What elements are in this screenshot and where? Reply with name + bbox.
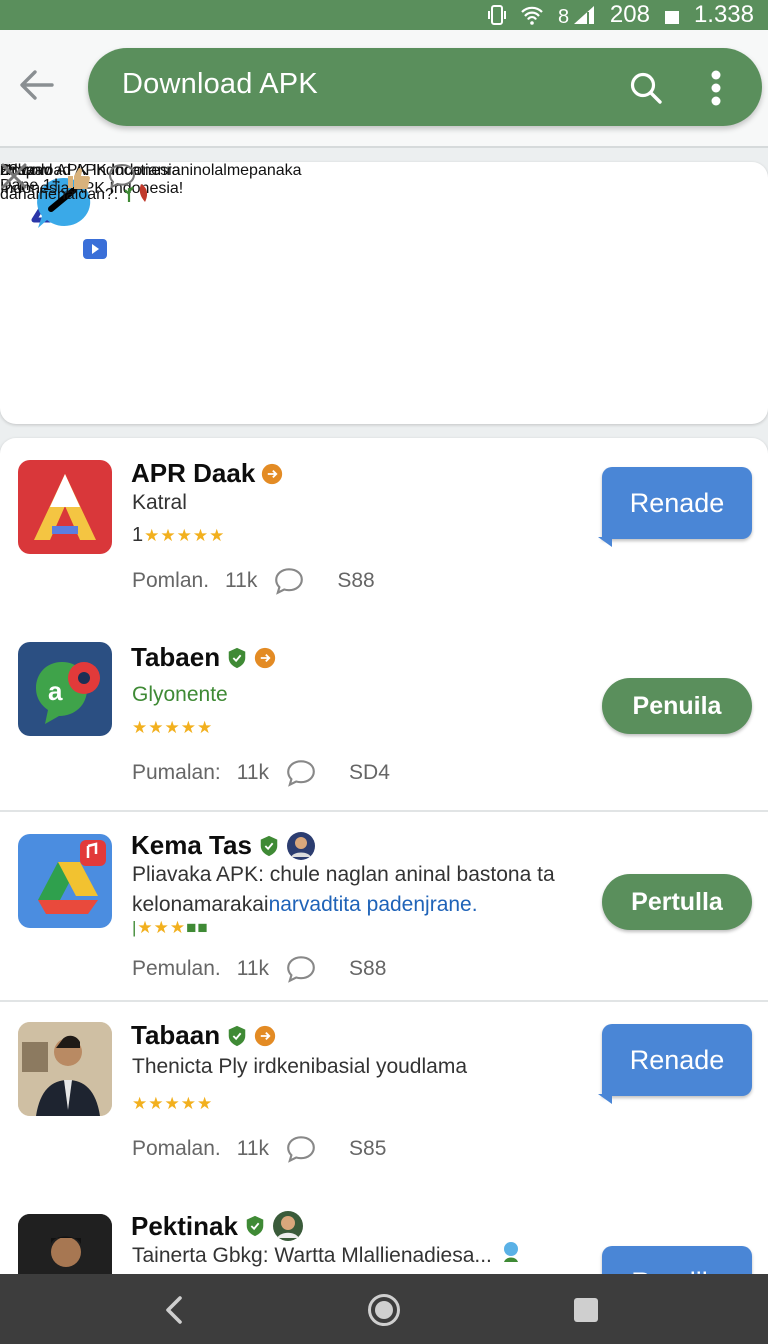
back-button[interactable] — [14, 62, 60, 108]
app-subtitle: Pliavaka APK: chule naglan aninal baston… — [132, 863, 555, 916]
close-button[interactable] — [0, 162, 768, 424]
orange-badge-icon — [254, 647, 276, 668]
app-action-button[interactable]: Renade — [598, 1024, 752, 1104]
avatar — [272, 1211, 303, 1241]
battery-icon — [664, 5, 680, 25]
app-rating: ★★★★★ — [132, 718, 214, 737]
svg-text:a: a — [48, 676, 63, 706]
comment-icon[interactable] — [285, 758, 317, 788]
map-pin-logo-icon: a — [36, 662, 100, 724]
app-name: Tabaen — [131, 642, 276, 673]
top-app-bar: Download APK — [0, 30, 768, 148]
status-time-b: 1.338 — [693, 1, 754, 28]
app-list: APR Daak Katral 1★★★★★ Pomlan. 11k S88 R… — [0, 438, 768, 1274]
more-vert-icon — [711, 70, 721, 106]
nav-back-icon — [166, 1296, 182, 1324]
letter-a-logo-icon — [34, 474, 96, 540]
app-stats: Pomlan. 11k S88 — [132, 566, 375, 596]
wifi-icon — [520, 5, 544, 25]
app-subtitle: Katral — [132, 491, 187, 514]
signal-icon: 8 — [558, 4, 596, 26]
verified-shield-icon — [228, 1025, 246, 1046]
status-time-a: 208 — [609, 1, 650, 28]
app-stats: Pomalan. 11k S85 — [132, 1134, 386, 1164]
app-icon-photo — [18, 1022, 112, 1116]
app-rating: ★★★★★ — [132, 1094, 214, 1113]
orange-badge-icon — [254, 1025, 276, 1046]
app-icon-drive — [18, 834, 112, 928]
verified-shield-icon — [228, 647, 246, 668]
divider — [0, 1000, 768, 1002]
app-action-button[interactable]: Renade — [598, 467, 752, 547]
search-query[interactable]: Download APK — [122, 68, 318, 101]
search-button[interactable] — [624, 66, 668, 110]
status-bar: 8 208 1.338 — [0, 0, 768, 30]
avatar — [286, 831, 315, 860]
more-options-button[interactable] — [696, 66, 736, 110]
app-subtitle: Thenicta Ply irdkenibasial youdlama — [132, 1055, 468, 1078]
drive-logo-icon — [38, 840, 106, 914]
app-icon-photo — [18, 1214, 112, 1274]
app-action-button[interactable]: Rendila — [602, 1246, 752, 1274]
sticker-icon — [503, 1242, 518, 1262]
app-subtitle: Glyonente — [132, 683, 228, 706]
vibrate-icon — [487, 4, 506, 26]
system-nav-bar — [0, 1274, 768, 1344]
app-subtitle: Tainerta Gbkg: Wartta Mlallienadiesa... — [132, 1240, 524, 1271]
app-name: Pektinak — [131, 1210, 304, 1242]
app-name: Kema Tas — [131, 830, 316, 861]
comment-icon[interactable] — [273, 566, 305, 596]
app-name: Tabaan — [131, 1020, 276, 1051]
svg-text:8: 8 — [558, 6, 569, 26]
divider — [0, 810, 768, 812]
nav-back-button[interactable] — [156, 1292, 192, 1328]
orange-badge-icon — [262, 463, 283, 484]
app-rating: 1★★★★★ — [132, 524, 226, 546]
app-action-button[interactable]: Pertulla — [602, 874, 752, 930]
verified-shield-icon — [260, 835, 278, 856]
search-icon — [630, 72, 662, 104]
comment-icon[interactable] — [285, 954, 317, 984]
nav-recents-button[interactable] — [568, 1292, 604, 1328]
nav-recents-icon — [574, 1298, 598, 1322]
app-icon-maps: a — [18, 642, 112, 736]
nav-home-button[interactable] — [366, 1292, 402, 1328]
app-stats: Pumalan: 11k SD4 — [132, 758, 390, 788]
person-photo-icon — [18, 1022, 112, 1116]
app-name: APR Daak — [131, 458, 283, 489]
comment-icon[interactable] — [285, 1134, 317, 1164]
person-photo-icon — [18, 1214, 112, 1274]
back-arrow-icon — [20, 70, 54, 100]
search-bar[interactable]: Download APK — [88, 48, 762, 126]
nav-home-icon — [368, 1294, 400, 1326]
app-stats: Pemulan. 11k S88 — [132, 954, 386, 984]
app-icon-red — [18, 460, 112, 554]
app-rating: |★★★■■ — [132, 918, 209, 937]
verified-shield-icon — [246, 1215, 264, 1237]
close-icon — [1, 163, 27, 189]
app-action-button[interactable]: Penuila — [602, 678, 752, 734]
